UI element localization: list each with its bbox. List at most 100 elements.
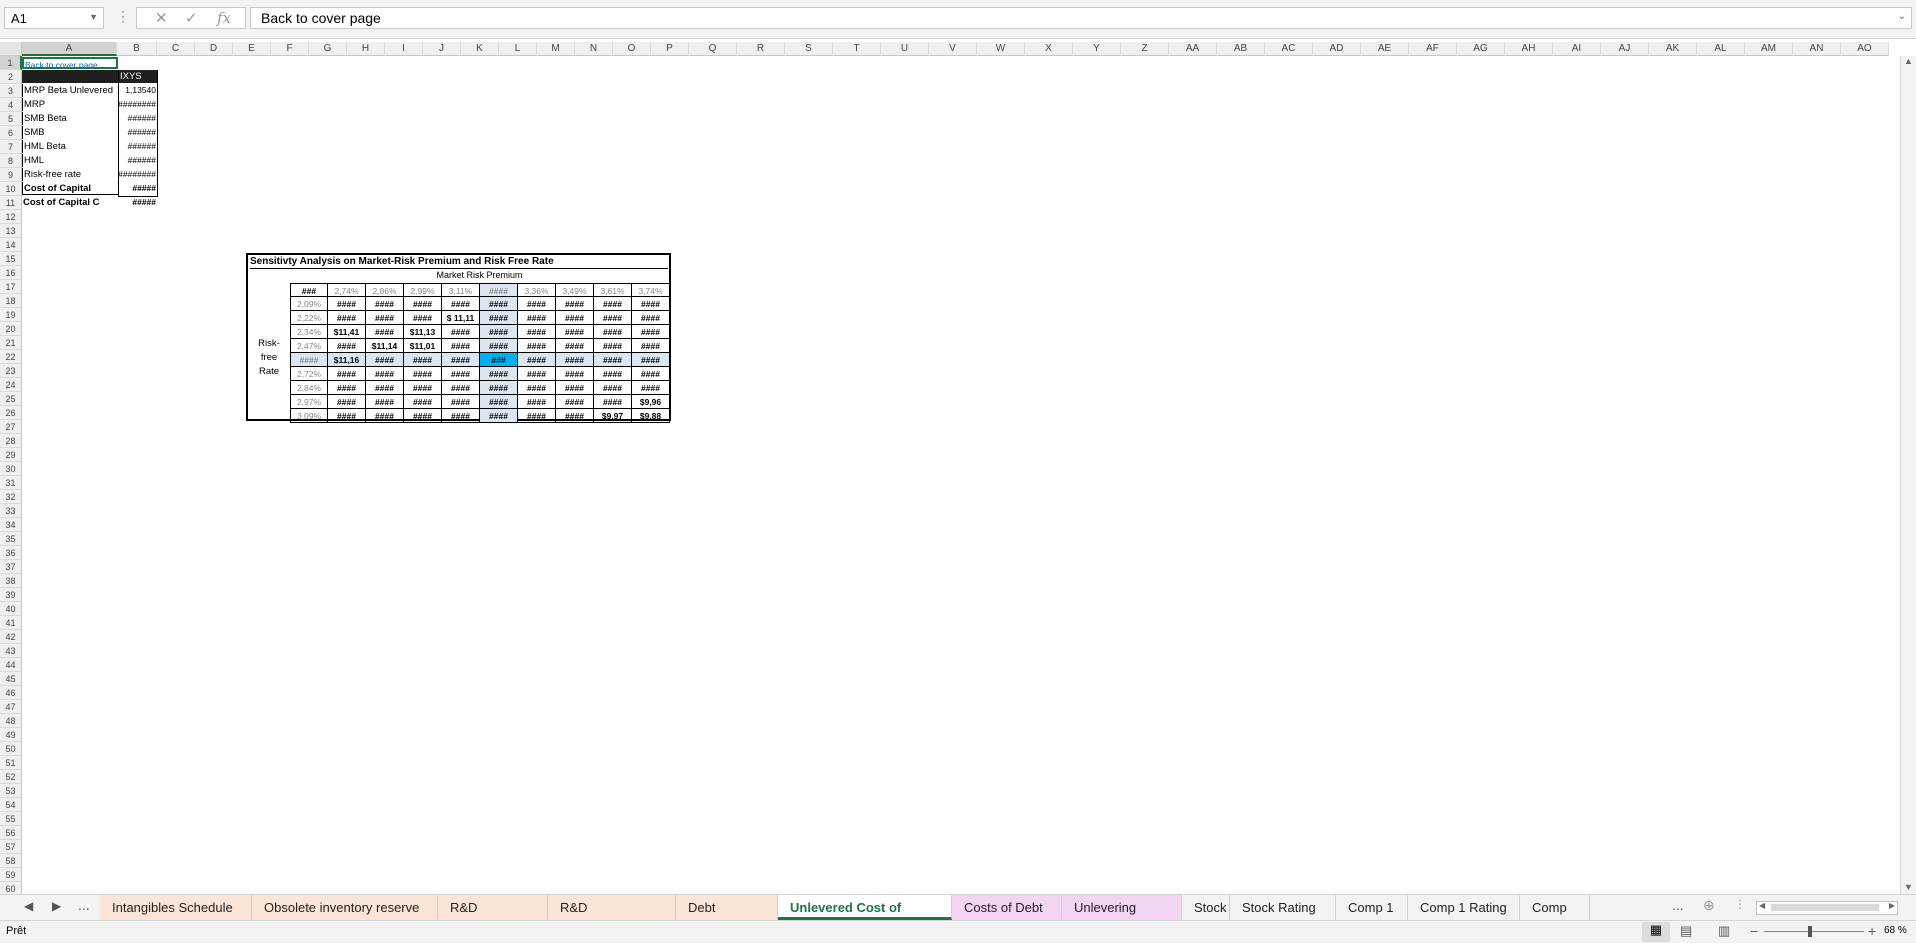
corner-cell[interactable]: ### [290,283,328,297]
row-header-2[interactable]: 2 [0,70,22,84]
row-header-52[interactable]: 52 [0,770,22,784]
row-header-55[interactable]: 55 [0,812,22,826]
sensitivity-cell[interactable]: #### [518,311,556,325]
sensitivity-cell[interactable]: #### [442,409,480,423]
sheet-tab-9[interactable]: Stock [1182,895,1230,920]
row-header-cell[interactable]: 2,34% [290,325,328,339]
sensitivity-cell[interactable]: #### [480,367,518,381]
column-header-ag[interactable]: AG [1457,42,1505,56]
row-header-46[interactable]: 46 [0,686,22,700]
sensitivity-cell[interactable]: #### [556,325,594,339]
sensitivity-cell[interactable]: #### [328,395,366,409]
label-cell[interactable]: HML [22,154,118,167]
sensitivity-cell[interactable]: #### [632,339,670,353]
column-header-l[interactable]: L [499,42,537,56]
column-header-r[interactable]: R [737,42,785,56]
zoom-slider[interactable] [1764,926,1864,937]
column-header-al[interactable]: AL [1697,42,1745,56]
label-cell[interactable]: SMB [22,126,118,139]
row-header-28[interactable]: 28 [0,434,22,448]
zoom-level[interactable]: 68 % [1884,925,1907,936]
sheet-tab-6[interactable]: Unlevered Cost of Capital [778,895,952,940]
row-header-cell[interactable]: 2,72% [290,367,328,381]
column-header-g[interactable]: G [309,42,347,56]
column-header-ac[interactable]: AC [1265,42,1313,56]
column-header-n[interactable]: N [575,42,613,56]
hscroll-thumb[interactable] [1771,904,1879,911]
row-header-cell[interactable]: 2,22% [290,311,328,325]
sheet-tab-2[interactable]: Obsolete inventory reserve [252,895,438,920]
column-header-d[interactable]: D [195,42,233,56]
zoom-in-icon[interactable]: + [1868,923,1876,939]
sensitivity-cell[interactable]: #### [556,381,594,395]
sensitivity-cell[interactable]: #### [632,311,670,325]
row-header-5[interactable]: 5 [0,112,22,126]
row-header-cell[interactable]: 2,84% [290,381,328,395]
sensitivity-cell[interactable]: #### [366,409,404,423]
sensitivity-cell[interactable]: #### [366,353,404,367]
sensitivity-cell[interactable]: #### [480,297,518,311]
column-header-z[interactable]: Z [1121,42,1169,56]
sensitivity-cell[interactable]: #### [366,367,404,381]
chevron-down-icon[interactable]: ▼ [89,12,98,22]
row-header-51[interactable]: 51 [0,756,22,770]
sensitivity-cell[interactable]: #### [480,395,518,409]
sensitivity-cell[interactable]: #### [480,409,518,423]
col-header-cell[interactable]: 3,36% [518,283,556,297]
row-header-31[interactable]: 31 [0,476,22,490]
row-header-7[interactable]: 7 [0,140,22,154]
sensitivity-cell[interactable]: #### [518,381,556,395]
row-header-30[interactable]: 30 [0,462,22,476]
row-header-38[interactable]: 38 [0,574,22,588]
tab-more-right[interactable]: ... [1672,897,1684,913]
sensitivity-cell[interactable]: #### [480,311,518,325]
row-header-9[interactable]: 9 [0,168,22,182]
row-header-41[interactable]: 41 [0,616,22,630]
sensitivity-cell[interactable]: $11,41 [328,325,366,339]
sensitivity-cell[interactable]: #### [594,325,632,339]
row-header-23[interactable]: 23 [0,364,22,378]
label-cell[interactable]: Cost of Capital C [22,196,118,209]
label-cell[interactable]: Risk-free rate [22,168,118,181]
row-header-34[interactable]: 34 [0,518,22,532]
sensitivity-cell[interactable]: #### [480,381,518,395]
tab-more-left[interactable]: ... [78,897,90,913]
sensitivity-cell[interactable]: #### [556,395,594,409]
sheet-tab-8[interactable]: Unlevering Betas [1062,895,1182,940]
scroll-left-icon[interactable]: ◀ [1759,901,1765,910]
column-header-aj[interactable]: AJ [1601,42,1649,56]
sensitivity-cell[interactable]: #### [518,353,556,367]
sensitivity-cell[interactable]: #### [404,311,442,325]
sensitivity-cell[interactable]: #### [594,381,632,395]
row-header-13[interactable]: 13 [0,224,22,238]
sensitivity-cell[interactable]: #### [442,367,480,381]
row-header-45[interactable]: 45 [0,672,22,686]
row-header-40[interactable]: 40 [0,602,22,616]
row-header-57[interactable]: 57 [0,840,22,854]
label-cell[interactable]: MRP [22,98,118,111]
row-header-19[interactable]: 19 [0,308,22,322]
column-header-ab[interactable]: AB [1217,42,1265,56]
zoom-slider-thumb[interactable] [1808,926,1812,937]
row-header-39[interactable]: 39 [0,588,22,602]
page-break-icon[interactable]: ▥ [1718,923,1730,939]
row-header-17[interactable]: 17 [0,280,22,294]
row-header-8[interactable]: 8 [0,154,22,168]
sensitivity-cell[interactable]: #### [328,409,366,423]
row-header-cell[interactable]: 3,09% [290,409,328,423]
label-cell[interactable]: Cost of Capital [22,182,118,195]
sensitivity-cell[interactable]: #### [518,325,556,339]
sheet-tab-10[interactable]: Stock Rating [1230,895,1336,920]
column-header-i[interactable]: I [385,42,423,56]
sensitivity-cell[interactable]: #### [404,353,442,367]
row-header-32[interactable]: 32 [0,490,22,504]
row-header-18[interactable]: 18 [0,294,22,308]
column-header-c[interactable]: C [157,42,195,56]
row-header-20[interactable]: 20 [0,322,22,336]
row-header-12[interactable]: 12 [0,210,22,224]
horizontal-scrollbar[interactable]: ◀ ▶ [1756,901,1898,915]
column-header-y[interactable]: Y [1073,42,1121,56]
sensitivity-cell[interactable]: #### [518,297,556,311]
sensitivity-cell[interactable]: $9,96 [632,395,670,409]
select-all-corner[interactable] [0,42,22,56]
